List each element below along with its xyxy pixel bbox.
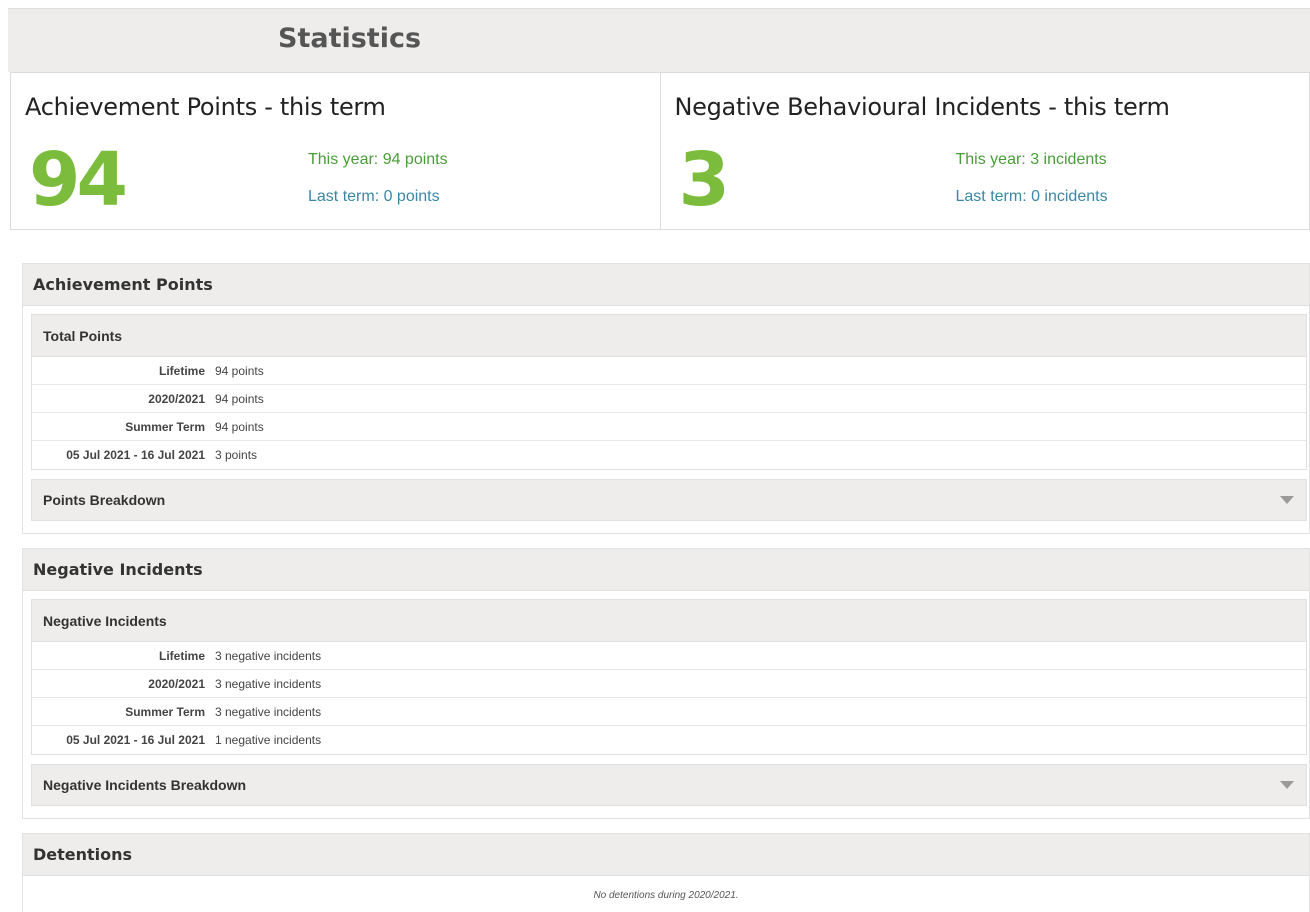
page-title: Statistics [278,23,422,54]
achievement-summary-title: Achievement Points - this term [25,93,386,121]
negative-this-year: This year: 3 incidents [955,151,1107,168]
subsection-title: Negative Incidents [32,600,1306,642]
achievement-this-year: This year: 94 points [308,151,448,168]
table-row: 05 Jul 2021 - 16 Jul 2021 1 negative inc… [32,726,1306,754]
section-title: Achievement Points [23,264,1309,306]
row-value: 3 negative incidents [215,676,322,691]
row-label: Summer Term [125,704,205,719]
row-value: 94 points [215,391,264,406]
negative-incidents-value: 3 [678,137,730,223]
row-value: 1 negative incidents [215,733,322,747]
collapser-label: Points Breakdown [43,492,166,508]
statistics-header: Statistics [8,8,1310,72]
negative-summary-panel: Negative Behavioural Incidents - this te… [659,73,1310,229]
achievement-points-section: Achievement Points Total Points Lifetime… [22,263,1310,534]
table-row: 05 Jul 2021 - 16 Jul 2021 3 points [32,441,1306,469]
negative-incidents-section: Negative Incidents Negative Incidents Li… [22,548,1310,819]
table-row: Lifetime 3 negative incidents [32,642,1306,670]
row-label: 2020/2021 [148,391,205,406]
achievement-points-value: 94 [29,137,128,223]
empty-state-text: No detentions during 2020/2021. [593,890,739,901]
row-label: 2020/2021 [148,676,205,691]
table-row: Summer Term 94 points [32,413,1306,441]
collapser-label: Negative Incidents Breakdown [43,777,247,793]
detentions-section: Detentions No detentions during 2020/202… [22,833,1310,912]
statistics-panels: Achievement Points - this term 94 This y… [10,72,1310,230]
negative-last-term: Last term: 0 incidents [955,188,1108,205]
row-value: 3 points [215,448,258,462]
achievement-summary-panel: Achievement Points - this term 94 This y… [11,73,660,229]
total-points-table: Total Points Lifetime 94 points 2020/202… [31,314,1307,470]
points-breakdown-toggle[interactable]: Points Breakdown [31,479,1307,521]
row-value: 94 points [215,419,264,434]
row-label: 05 Jul 2021 - 16 Jul 2021 [66,448,205,462]
chevron-down-icon[interactable] [1280,781,1294,789]
chevron-down-icon[interactable] [1280,496,1294,504]
row-value: 3 negative incidents [215,704,322,719]
row-label: 05 Jul 2021 - 16 Jul 2021 [66,733,205,747]
negative-incidents-table: Negative Incidents Lifetime 3 negative i… [31,599,1307,755]
row-label: Lifetime [158,648,205,663]
row-label: Lifetime [158,363,205,378]
negative-summary-title: Negative Behavioural Incidents - this te… [674,93,1170,121]
row-value: 3 negative incidents [215,648,322,663]
achievement-last-term: Last term: 0 points [308,188,440,205]
section-title: Detentions [23,834,1309,876]
section-title: Negative Incidents [23,549,1309,591]
table-row: 2020/2021 3 negative incidents [32,670,1306,698]
negative-incidents-breakdown-toggle[interactable]: Negative Incidents Breakdown [31,764,1307,806]
row-value: 94 points [215,363,264,378]
table-row: Lifetime 94 points [32,357,1306,385]
table-row: Summer Term 3 negative incidents [32,698,1306,726]
subsection-title: Total Points [32,315,1306,357]
table-row: 2020/2021 94 points [32,385,1306,413]
row-label: Summer Term [125,419,205,434]
